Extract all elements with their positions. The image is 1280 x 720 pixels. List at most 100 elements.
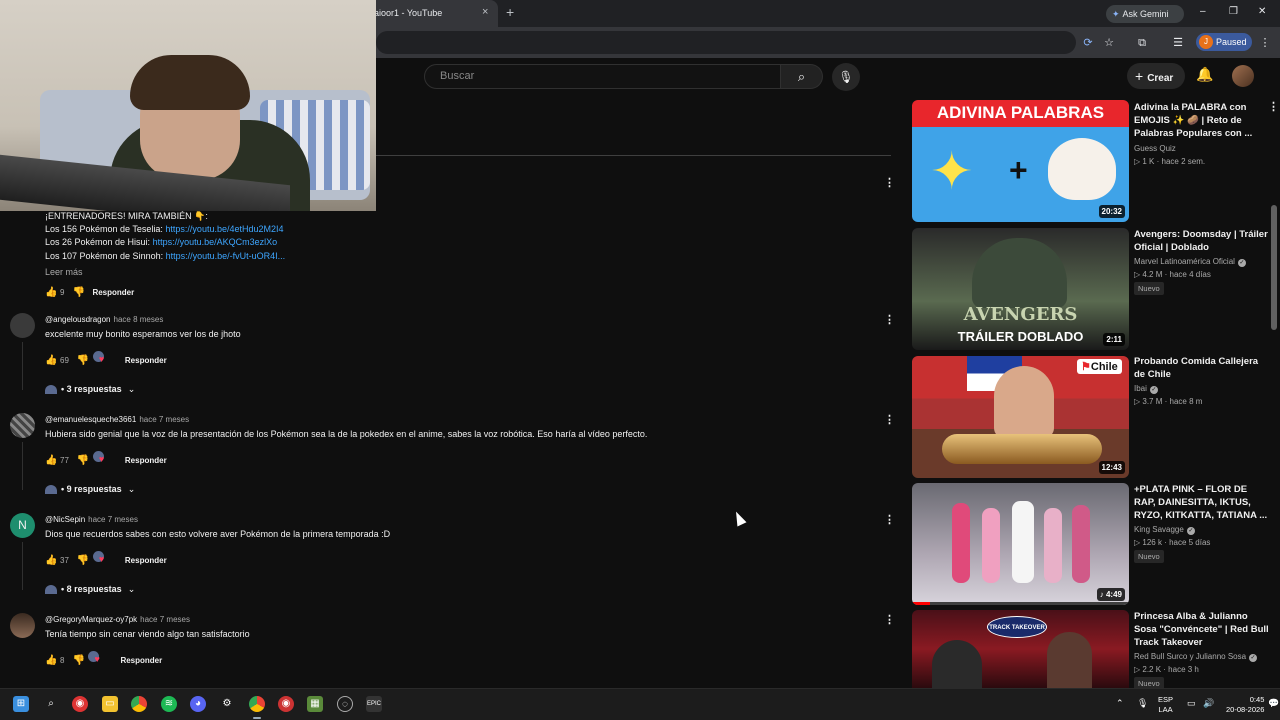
person-hair — [130, 55, 250, 110]
gemini-icon: ✦ — [1112, 9, 1120, 19]
dislike-icon[interactable]: 👎 — [77, 555, 89, 566]
chrome-active-icon[interactable] — [249, 696, 265, 712]
more-actions-icon[interactable]: ⋮ — [884, 176, 895, 189]
voice-search-button[interactable]: 🎙 — [832, 63, 860, 91]
epic-games-icon[interactable]: EPIC — [366, 696, 382, 712]
discord-icon[interactable]: ◕ — [190, 696, 206, 712]
video-menu-icon[interactable]: ⋮ — [1268, 100, 1279, 113]
search-icon[interactable]: ⌕ — [43, 696, 59, 712]
dislike-icon[interactable]: 👎 — [77, 455, 89, 466]
replies-toggle[interactable]: • 9 respuestas ⌄ — [45, 484, 135, 495]
search-button[interactable]: ⌕ — [781, 64, 823, 89]
notifications-bell-icon[interactable]: 🔔 — [1196, 66, 1213, 83]
microphone-icon: 🎙 — [838, 70, 854, 84]
description-link[interactable]: https://youtu.be/-fvUt-uOR4I... — [166, 251, 286, 261]
minecraft-icon[interactable]: ▦ — [307, 696, 323, 712]
browser-menu-icon[interactable]: ⋮ — [1257, 35, 1273, 51]
like-icon[interactable]: 👍 — [45, 655, 57, 666]
video-thumbnail[interactable]: AVENGERS TRÁILER DOBLADO 2:11 — [912, 228, 1129, 350]
profile-avatar: J — [1199, 35, 1213, 49]
dislike-icon[interactable]: 👎 — [72, 655, 84, 666]
microphone-icon[interactable]: 🎙 — [1137, 698, 1148, 708]
search-input[interactable]: Buscar — [424, 64, 781, 89]
video-title[interactable]: Avengers: Doomsday | Tráiler Oficial | D… — [1134, 228, 1269, 254]
comment-time[interactable]: hace 7 meses — [139, 415, 189, 424]
comment-menu-icon[interactable]: ⋮ — [884, 613, 895, 626]
minimize-button[interactable]: – — [1200, 6, 1206, 17]
tab-close-icon[interactable]: × — [482, 6, 488, 18]
replies-toggle[interactable]: • 3 respuestas ⌄ — [45, 384, 135, 395]
restore-button[interactable]: ❐ — [1229, 6, 1238, 17]
address-bar[interactable] — [376, 31, 1076, 54]
account-avatar[interactable] — [1232, 65, 1254, 87]
chevron-up-icon[interactable]: ⌃ — [1116, 698, 1124, 708]
video-title[interactable]: Probando Comida Callejera de Chile — [1134, 355, 1269, 381]
description-link[interactable]: https://youtu.be/4etHdu2M2I4 — [165, 224, 283, 234]
channel-name[interactable]: Guess Quiz — [1134, 144, 1176, 153]
language-indicator[interactable]: ESP LAA — [1158, 695, 1173, 715]
dislike-icon[interactable]: 👎 — [77, 355, 89, 366]
like-icon[interactable]: 👍 — [45, 455, 57, 466]
extensions-icon[interactable]: ⧉ — [1134, 35, 1150, 51]
comment-menu-icon[interactable]: ⋮ — [884, 413, 895, 426]
read-more-link[interactable]: Leer más — [45, 267, 83, 277]
chrome-icon[interactable] — [131, 696, 147, 712]
thread-line — [22, 542, 23, 590]
video-stats: ▷ 2.2 K · hace 3 h — [1134, 665, 1199, 674]
app-red-icon[interactable]: ◉ — [72, 696, 88, 712]
dislike-icon[interactable]: 👎 — [72, 287, 84, 298]
close-window-button[interactable]: ✕ — [1258, 6, 1266, 17]
tab-title: aioor1 - YouTube — [374, 8, 443, 18]
file-explorer-icon[interactable]: ▭ — [102, 696, 118, 712]
video-title[interactable]: Princesa Alba & Julianno Sosa "Convéncet… — [1134, 610, 1269, 649]
spotify-icon[interactable]: ≋ — [161, 696, 177, 712]
notifications-icon[interactable]: 💬 — [1268, 698, 1279, 708]
app-circle-icon[interactable]: ◌ — [337, 696, 353, 712]
new-tab-button[interactable]: + — [506, 4, 514, 20]
reply-button[interactable]: Responder — [120, 656, 162, 665]
avatar[interactable] — [10, 613, 35, 638]
avatar[interactable] — [10, 413, 35, 438]
clock[interactable]: 0:45 20-08-2026 — [1226, 695, 1264, 715]
windows-start-icon[interactable]: ⊞ — [13, 696, 29, 712]
reply-button[interactable]: Responder — [125, 556, 167, 565]
network-icon[interactable]: ▭ — [1187, 698, 1196, 708]
person-figure — [932, 640, 982, 688]
avatar[interactable] — [10, 313, 35, 338]
like-icon[interactable]: 👍 — [45, 555, 57, 566]
reply-button[interactable]: Responder — [125, 456, 167, 465]
thumbnail-logo: AVENGERS — [963, 304, 1078, 325]
reply-button[interactable]: Responder — [125, 356, 167, 365]
translate-icon[interactable]: ⟳ — [1080, 35, 1096, 51]
video-thumbnail[interactable]: TRACK TAKEOVER — [912, 610, 1129, 688]
video-title[interactable]: Adivina la PALABRA con EMOJIS ✨ 🥔 | Reto… — [1134, 101, 1269, 140]
volume-icon[interactable]: 🔊 — [1203, 698, 1214, 708]
media-queue-icon[interactable]: ☰ — [1170, 35, 1186, 51]
page-scrollbar[interactable] — [1271, 205, 1277, 330]
replies-toggle[interactable]: • 8 respuestas ⌄ — [45, 584, 135, 595]
like-icon[interactable]: 👍 — [45, 287, 57, 298]
video-thumbnail[interactable]: ADIVINA PALABRAS ✦ + 20:32 — [912, 100, 1129, 222]
video-thumbnail[interactable]: ⚑Chile 12:43 — [912, 356, 1129, 478]
ask-gemini-button[interactable]: ✦ Ask Gemini — [1106, 5, 1184, 23]
comment-time[interactable]: hace 8 meses — [114, 315, 164, 324]
create-button[interactable]: + Crear — [1127, 63, 1185, 89]
like-icon[interactable]: 👍 — [45, 355, 57, 366]
like-count: 8 — [60, 656, 65, 665]
chevron-down-icon: ⌄ — [127, 584, 136, 594]
profile-button[interactable]: J Paused — [1196, 33, 1252, 51]
comment-time[interactable]: hace 7 meses — [140, 615, 190, 624]
comment-time[interactable]: hace 7 meses — [88, 515, 138, 524]
browser-tab[interactable]: aioor1 - YouTube — [362, 0, 498, 27]
video-title[interactable]: +PLATA PINK – FLOR DE RAP, DAINESITTA, I… — [1134, 483, 1269, 522]
comment-menu-icon[interactable]: ⋮ — [884, 513, 895, 526]
bookmark-star-icon[interactable]: ☆ — [1101, 35, 1117, 51]
creator-avatar-mini — [45, 585, 57, 595]
settings-gear-icon[interactable]: ⚙ — [219, 696, 235, 712]
avatar[interactable]: N — [10, 513, 35, 538]
description-link[interactable]: https://youtu.be/AKQCm3ezlXo — [153, 237, 278, 247]
reply-button[interactable]: Responder — [92, 288, 134, 297]
app-red-icon[interactable]: ◉ — [278, 696, 294, 712]
comment-menu-icon[interactable]: ⋮ — [884, 313, 895, 326]
video-thumbnail[interactable]: ♪ 4:49 — [912, 483, 1129, 605]
